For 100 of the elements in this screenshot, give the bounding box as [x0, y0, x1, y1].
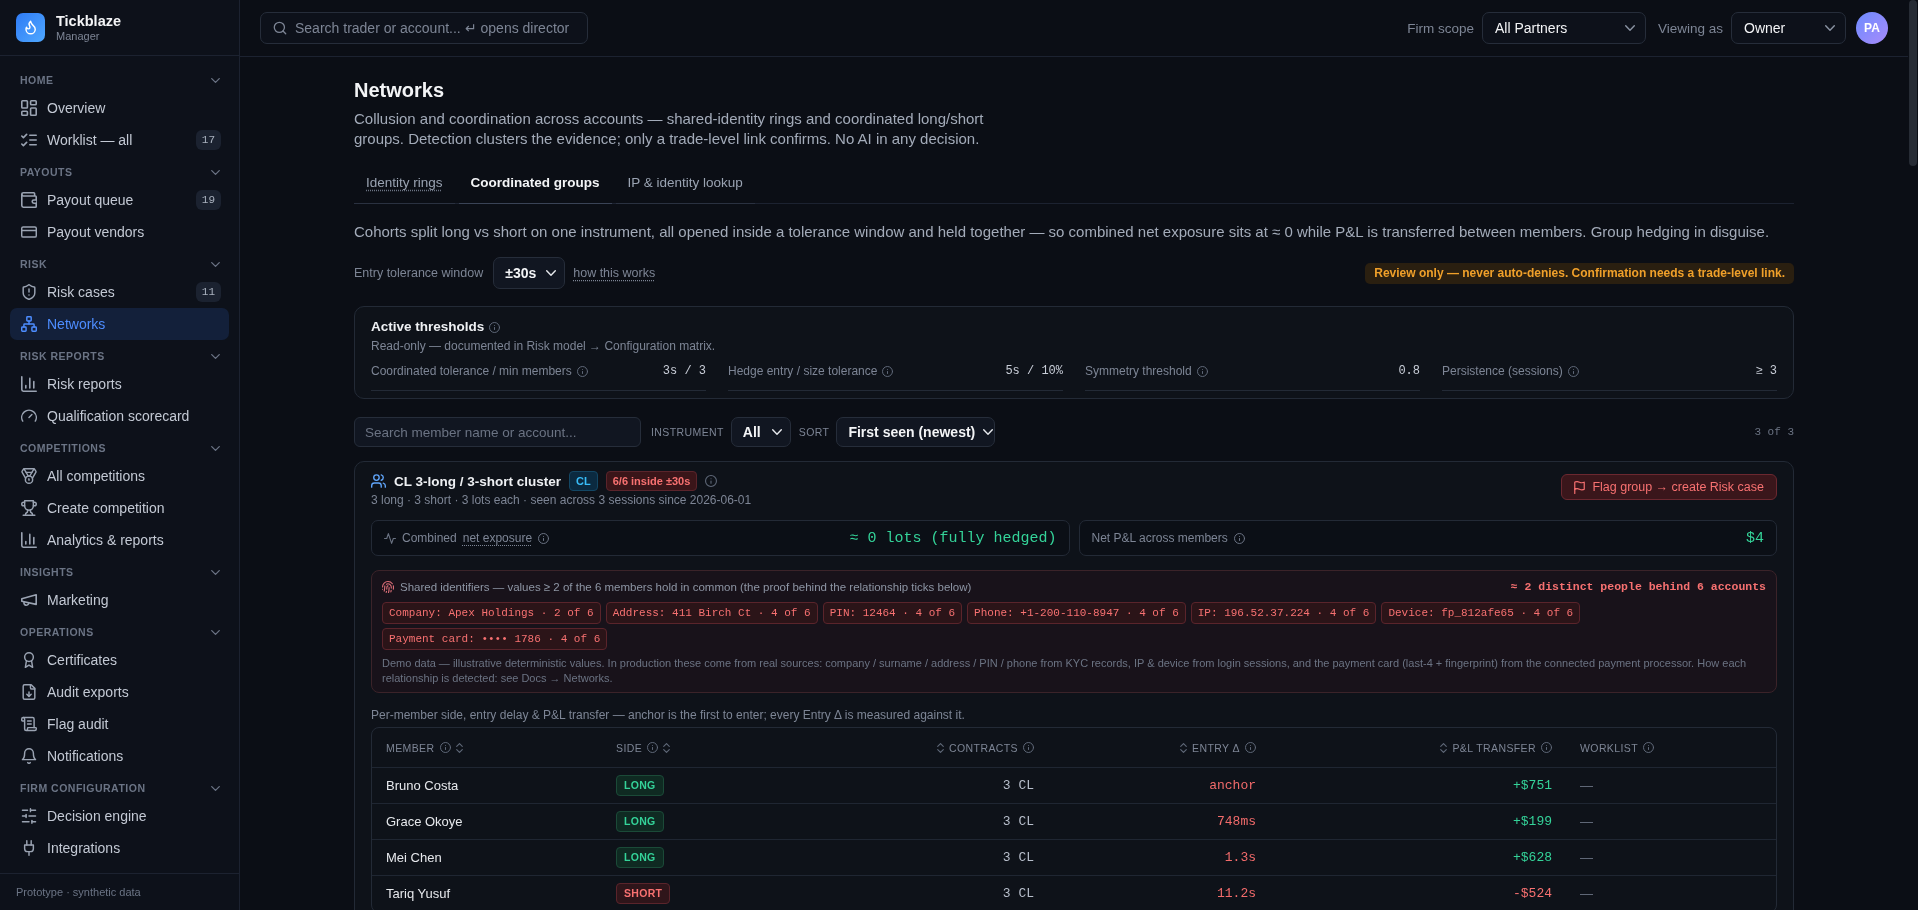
scope-dropdown[interactable]: All Partners: [1481, 12, 1646, 44]
column-header[interactable]: P&L TRANSFER: [1440, 741, 1552, 754]
pnl-transfer-value: +$199: [1513, 814, 1552, 829]
entry-delay-value: 11.2s: [1217, 886, 1256, 901]
column-header[interactable]: MEMBER: [386, 741, 463, 754]
result-count: 3 of 3: [1754, 426, 1794, 438]
sort-icon: [455, 742, 463, 753]
search-icon: [273, 21, 287, 35]
help-link[interactable]: how this works: [573, 266, 656, 280]
viewing-label: Viewing as: [1657, 20, 1723, 36]
sort-icon: [1180, 742, 1188, 753]
panel-heading: Shared identifiers — values ≥ 2 of the 6 members hold in common (the proof behind the relationship ticks below): [400, 580, 972, 595]
column-header[interactable]: SIDE: [616, 741, 671, 754]
search-field[interactable]: Search trader or account... ↵ opens director: [260, 12, 588, 44]
info-icon: [1233, 532, 1245, 544]
nav-item[interactable]: Networks: [10, 308, 229, 340]
info-icon: [705, 475, 718, 487]
nav-item[interactable]: Create competition: [10, 492, 229, 524]
file-download-icon: [21, 684, 37, 700]
info-icon: [538, 532, 550, 544]
sort-label: SORT: [798, 426, 830, 438]
nav-item[interactable]: Flag audit: [10, 708, 229, 740]
nav-item[interactable]: Analytics & reports: [10, 524, 229, 556]
info-icon: [647, 742, 659, 753]
instrument-dropdown[interactable]: All: [730, 417, 791, 447]
review-notice: Review only — never auto-denies. Confirmation needs a trade-level link.: [1365, 262, 1794, 284]
pnl-transfer-value: +$751: [1513, 778, 1552, 793]
medal-icon: [21, 468, 37, 484]
threshold-label: Coordinated tolerance / min members: [371, 363, 572, 380]
contracts-value: 3 CL: [1002, 778, 1034, 793]
tab[interactable]: IP & identity lookup: [615, 162, 755, 204]
nav-item[interactable]: Notifications: [10, 740, 229, 772]
sort-dropdown[interactable]: First seen (newest): [836, 417, 996, 447]
count-badge: 19: [195, 190, 221, 210]
info-icon: [1023, 742, 1034, 753]
nav-item[interactable]: Risk cases 11: [10, 276, 229, 308]
section-header[interactable]: PAYOUTS: [10, 160, 229, 184]
network-icon: [21, 316, 37, 332]
entry-delay-value: anchor: [1209, 778, 1256, 793]
chevron-down-icon: [546, 270, 557, 276]
contracts-value: 3 CL: [1002, 850, 1034, 865]
tab[interactable]: Coordinated groups: [458, 162, 612, 204]
section-header[interactable]: RISK REPORTS: [10, 344, 229, 368]
sort-icon: [1440, 742, 1448, 753]
member-name: Mei Chen: [386, 850, 442, 865]
section-header[interactable]: FIRM CONFIGURATION: [10, 776, 229, 800]
card-subtitle: Read-only — documented in Risk model → Configuration matrix.: [371, 338, 717, 354]
nav-item[interactable]: Audit exports: [10, 676, 229, 708]
section-header[interactable]: OPERATIONS: [10, 620, 229, 644]
tab[interactable]: Identity rings: [354, 162, 455, 204]
identifier-chip: Address: 411 Birch Ct · 4 of 6: [605, 602, 818, 624]
app-name: Tickblaze: [56, 12, 122, 30]
contracts-value: 3 CL: [1002, 886, 1034, 901]
nav-item[interactable]: Payout vendors: [10, 216, 229, 248]
pnl-transfer-value: +$628: [1513, 850, 1552, 865]
chevron-down-icon: [1825, 25, 1835, 31]
credit-card-icon: [21, 224, 37, 240]
nav-item[interactable]: Payout queue 19: [10, 184, 229, 216]
dashboard-icon: [21, 100, 37, 116]
side-badge: LONG: [616, 847, 664, 868]
column-header[interactable]: WORKLIST: [1580, 741, 1655, 754]
nav-item[interactable]: Certificates: [10, 644, 229, 676]
column-header[interactable]: ENTRY Δ: [1180, 741, 1256, 754]
nav-item[interactable]: All competitions: [10, 460, 229, 492]
intro-text: Cohorts split long vs short on one instrument, all opened inside a tolerance window and held together — so combined net exposure sits at ≈ 0 while P&L is transferred between members. Group hedging in disguise.: [354, 222, 1771, 242]
section-header[interactable]: HOME: [10, 68, 229, 92]
section-header[interactable]: INSIGHTS: [10, 560, 229, 584]
chevron-down-icon: [1624, 25, 1635, 31]
identifier-chip: Device: fp_812afe65 · 4 of 6: [1381, 602, 1581, 624]
threshold-value: 5s / 10%: [1005, 363, 1063, 380]
column-header[interactable]: CONTRACTS: [937, 741, 1034, 754]
info-icon: [1245, 742, 1256, 753]
verdict-text: ≈ 2 distinct people behind 6 accounts: [1510, 579, 1766, 595]
section-header[interactable]: RISK: [10, 252, 229, 276]
side-badge: LONG: [616, 811, 664, 832]
identifier-chip: Company: Apex Holdings · 2 of 6: [382, 602, 601, 624]
sort-icon: [937, 742, 945, 753]
nav-item[interactable]: Overview: [10, 92, 229, 124]
info-icon: [489, 321, 501, 333]
role-dropdown[interactable]: Owner: [1731, 12, 1846, 44]
nav-item[interactable]: Integrations: [10, 832, 229, 864]
worklist-status: —: [1580, 886, 1593, 901]
nav-item[interactable]: Decision engine: [10, 800, 229, 832]
section-header[interactable]: COMPETITIONS: [10, 436, 229, 460]
metric-label: Combined: [402, 531, 457, 545]
nav-item[interactable]: Worklist — all 17: [10, 124, 229, 156]
scrollbar-thumb[interactable]: [1909, 0, 1917, 166]
scroll-icon: [21, 716, 37, 732]
term-link[interactable]: net exposure: [462, 531, 533, 545]
threshold-value: ≥ 3: [1755, 363, 1777, 380]
nav-item[interactable]: Risk reports: [10, 368, 229, 400]
group-summary: 3 long · 3 short · 3 lots each · seen across 3 sessions since 2026-06-01: [371, 492, 752, 508]
flag-group-button[interactable]: Flag group → create Risk case: [1561, 474, 1777, 500]
plug-icon: [21, 840, 37, 856]
member-search-field[interactable]: Search member name or account...: [354, 417, 641, 447]
info-icon: [882, 365, 894, 377]
tolerance-dropdown[interactable]: ±30s: [493, 257, 566, 289]
nav-item[interactable]: Qualification scorecard: [10, 400, 229, 432]
demo-note: Demo data — illustrative deterministic values. In production these come from real sources: company / surname / address / PIN / phone from KYC records, IP & device from login sessions, and the payment card (last-4 + fingerprint) from the connected payment processor. How each relationship is detected: see Docs → Networks.: [382, 656, 1748, 685]
nav-item[interactable]: Marketing: [10, 584, 229, 616]
